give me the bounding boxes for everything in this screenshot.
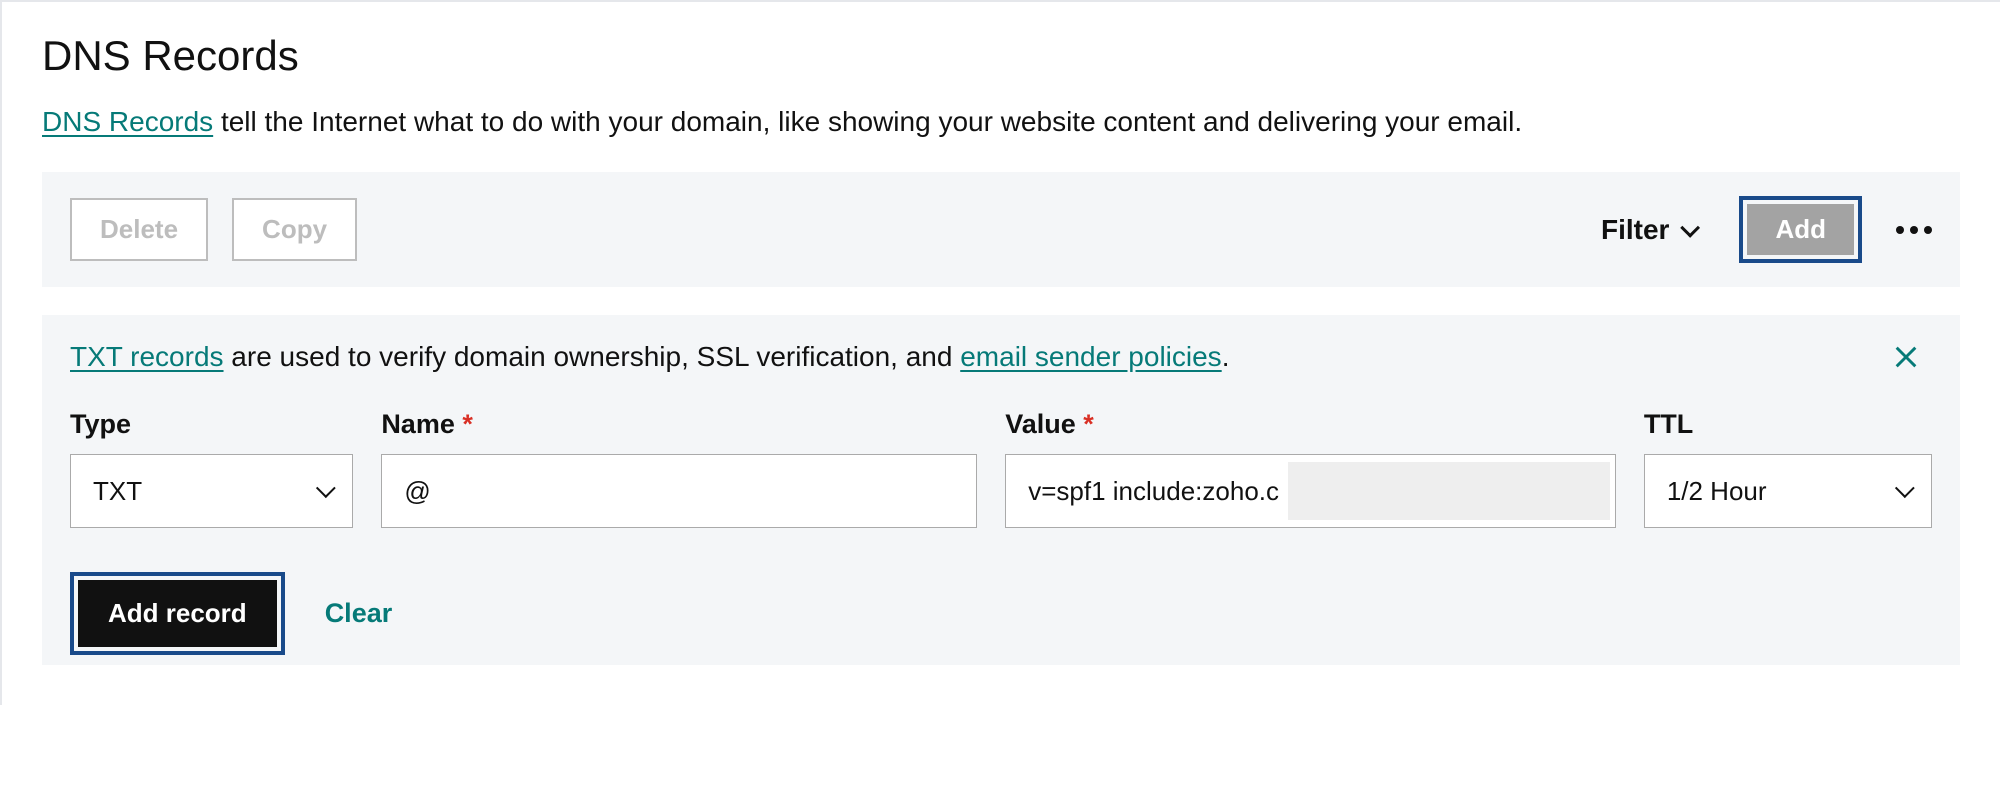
- clear-button[interactable]: Clear: [325, 598, 393, 629]
- type-select[interactable]: TXT: [70, 454, 353, 528]
- add-button-highlight: Add: [1739, 196, 1862, 263]
- value-label: Value *: [1005, 409, 1616, 440]
- add-button[interactable]: Add: [1747, 204, 1854, 255]
- form-info-mid: are used to verify domain ownership, SSL…: [224, 341, 961, 372]
- value-field: Value *: [1005, 409, 1616, 528]
- close-icon[interactable]: [1892, 343, 1920, 371]
- name-field: Name *: [381, 409, 977, 528]
- chevron-down-icon: [1895, 478, 1915, 498]
- ttl-field: TTL 1/2 Hour: [1644, 409, 1932, 528]
- add-record-button[interactable]: Add record: [78, 580, 277, 647]
- page-description: DNS Records tell the Internet what to do…: [42, 106, 1960, 138]
- form-info: TXT records are used to verify domain ow…: [70, 341, 1932, 373]
- form-info-end: .: [1222, 341, 1230, 372]
- more-menu-icon[interactable]: [1896, 216, 1932, 244]
- page-description-text: tell the Internet what to do with your d…: [213, 106, 1522, 137]
- dns-records-link[interactable]: DNS Records: [42, 106, 213, 137]
- required-asterisk: *: [1083, 409, 1094, 439]
- type-label: Type: [70, 409, 353, 440]
- add-record-form: TXT records are used to verify domain ow…: [42, 315, 1960, 665]
- name-label: Name *: [381, 409, 977, 440]
- value-input[interactable]: [1005, 454, 1616, 528]
- page-title: DNS Records: [42, 32, 1960, 80]
- type-field: Type TXT: [70, 409, 353, 528]
- ttl-select[interactable]: 1/2 Hour: [1644, 454, 1932, 528]
- chevron-down-icon: [316, 478, 336, 498]
- ttl-value: 1/2 Hour: [1667, 476, 1767, 507]
- ttl-label: TTL: [1644, 409, 1932, 440]
- txt-records-link[interactable]: TXT records: [70, 341, 224, 372]
- delete-button[interactable]: Delete: [70, 198, 208, 261]
- name-input[interactable]: [381, 454, 977, 528]
- filter-label: Filter: [1601, 214, 1669, 246]
- required-asterisk: *: [462, 409, 473, 439]
- copy-button[interactable]: Copy: [232, 198, 357, 261]
- email-policies-link[interactable]: email sender policies: [960, 341, 1221, 372]
- type-value: TXT: [93, 476, 142, 507]
- chevron-down-icon: [1681, 217, 1701, 237]
- add-record-button-highlight: Add record: [70, 572, 285, 655]
- filter-dropdown[interactable]: Filter: [1601, 214, 1695, 246]
- toolbar: Delete Copy Filter Add: [42, 172, 1960, 287]
